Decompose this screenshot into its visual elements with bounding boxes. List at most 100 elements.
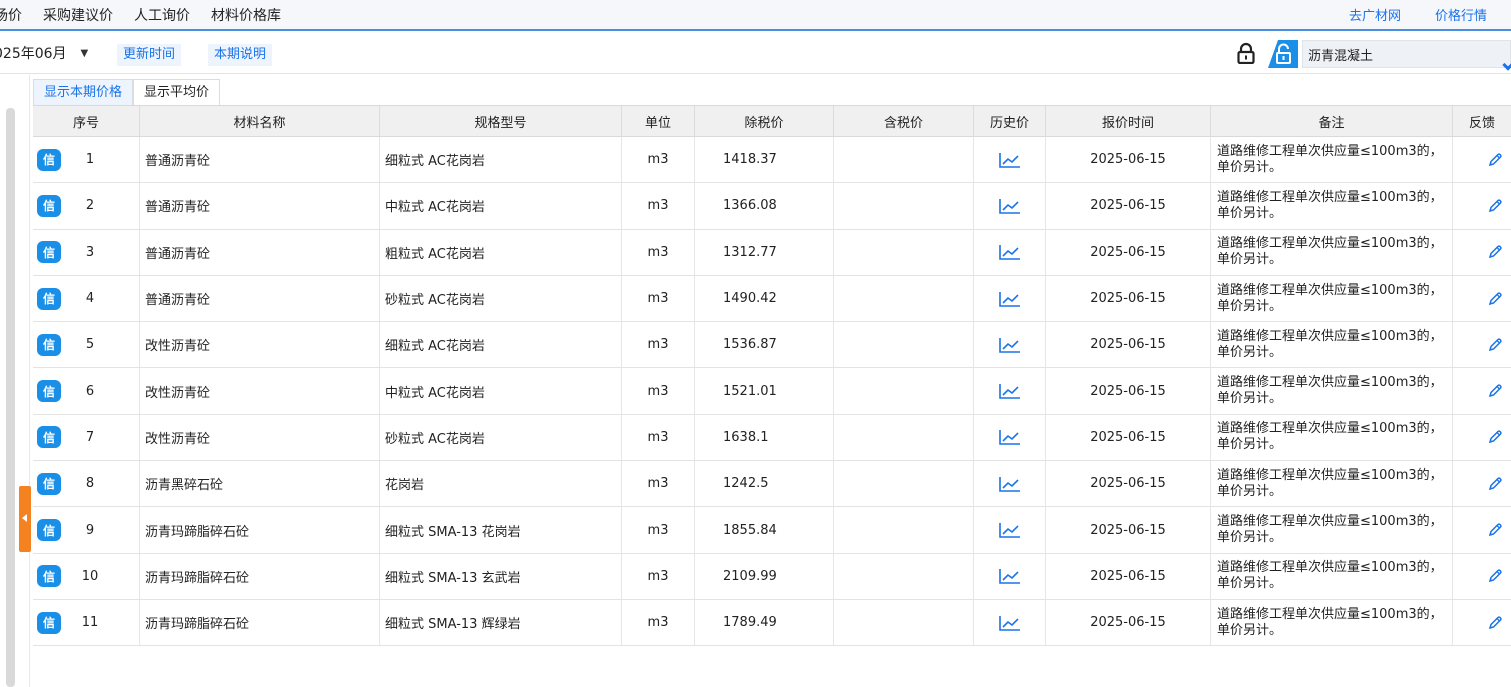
- seq-cell: 信 10: [33, 553, 140, 599]
- info-badge-icon[interactable]: 信: [37, 148, 61, 171]
- scrollbar[interactable]: [6, 108, 15, 687]
- trend-chart-icon[interactable]: [998, 383, 1021, 399]
- table-row[interactable]: 信 6 改性沥青砼 中粒式 AC花岗岩 m3 1521.01 2025-06-1…: [33, 368, 1511, 415]
- unit: m3: [622, 183, 695, 229]
- quote-date: 2025-06-15: [1046, 322, 1211, 368]
- spec-model: 砂粒式 AC花岗岩: [380, 275, 622, 322]
- seq-cell: 信 11: [33, 599, 140, 646]
- unit: m3: [622, 137, 695, 183]
- pencil-icon[interactable]: [1487, 244, 1503, 260]
- pencil-icon[interactable]: [1487, 291, 1503, 307]
- update-time-button[interactable]: 更新时间: [117, 44, 182, 66]
- info-badge-icon[interactable]: 信: [37, 380, 61, 403]
- pencil-icon[interactable]: [1487, 615, 1503, 631]
- pencil-icon[interactable]: [1487, 198, 1503, 214]
- pencil-icon[interactable]: [1487, 522, 1503, 538]
- in-tax-price: [834, 414, 974, 461]
- table-row[interactable]: 信 9 沥青玛蹄脂碎石砼 细粒式 SMA-13 花岗岩 m3 1855.84 2…: [33, 507, 1511, 554]
- tab-current-price[interactable]: 显示本期价格: [33, 79, 134, 105]
- info-badge-icon[interactable]: 信: [37, 333, 61, 356]
- quote-date: 2025-06-15: [1046, 183, 1211, 229]
- trend-chart-icon[interactable]: [998, 337, 1021, 353]
- pencil-icon[interactable]: [1487, 568, 1503, 584]
- note: 道路维修工程单次供应量≤100m3的，单价另计。: [1211, 368, 1453, 414]
- table-row[interactable]: 信 8 沥青黑碎石砼 花岗岩 m3 1242.5 2025-06-15 道路维修…: [33, 461, 1511, 508]
- top-nav: 场价 采购建议价 人工询价 材料价格库 去广材网 价格行情: [0, 0, 1511, 31]
- info-badge-icon[interactable]: 信: [37, 565, 61, 588]
- nav-item-market-price[interactable]: 场价: [0, 5, 22, 25]
- trend-chart-icon[interactable]: [998, 615, 1021, 631]
- quote-date: 2025-06-15: [1046, 137, 1211, 183]
- quote-date: 2025-06-15: [1046, 368, 1211, 414]
- price-table: 序号 材料名称 规格型号 单位 除税价 含税价 历史价 报价时间 备注 反馈 信…: [33, 105, 1511, 647]
- period-note-button[interactable]: 本期说明: [208, 44, 273, 66]
- pencil-icon[interactable]: [1487, 476, 1503, 492]
- pencil-icon[interactable]: [1487, 429, 1503, 445]
- quote-date: 2025-06-15: [1046, 275, 1211, 322]
- tab-average-price[interactable]: 显示平均价: [133, 79, 221, 105]
- pencil-icon[interactable]: [1487, 383, 1503, 399]
- table-row[interactable]: 信 5 改性沥青砼 细粒式 AC花岗岩 m3 1536.87 2025-06-1…: [33, 322, 1511, 369]
- table-row[interactable]: 信 10 沥青玛蹄脂碎石砼 细粒式 SMA-13 玄武岩 m3 2109.99 …: [33, 553, 1511, 600]
- seq-cell: 信 9: [33, 507, 140, 553]
- material-name: 普通沥青砼: [140, 137, 380, 183]
- pencil-icon[interactable]: [1487, 337, 1503, 353]
- info-badge-icon[interactable]: 信: [37, 241, 61, 264]
- in-tax-price: [834, 275, 974, 322]
- table-row[interactable]: 信 4 普通沥青砼 砂粒式 AC花岗岩 m3 1490.42 2025-06-1…: [33, 275, 1511, 323]
- collapse-handle[interactable]: [19, 486, 31, 552]
- seq-cell: 信 4: [33, 275, 140, 322]
- search-input[interactable]: [1303, 41, 1493, 67]
- trend-chart-icon[interactable]: [998, 522, 1021, 538]
- table-row[interactable]: 信 2 普通沥青砼 中粒式 AC花岗岩 m3 1366.08 2025-06-1…: [33, 183, 1511, 230]
- trend-chart-icon[interactable]: [998, 291, 1021, 307]
- spec-model: 细粒式 SMA-13 花岗岩: [380, 507, 622, 553]
- in-tax-price: [834, 553, 974, 599]
- info-badge-icon[interactable]: 信: [37, 519, 61, 542]
- note: 道路维修工程单次供应量≤100m3的，单价另计。: [1211, 137, 1453, 183]
- in-tax-price: [834, 322, 974, 368]
- lock-icon[interactable]: [1236, 42, 1256, 64]
- history-cell: [974, 322, 1046, 368]
- header-in-tax: 含税价: [834, 106, 974, 136]
- seq-cell: 信 6: [33, 368, 140, 414]
- trend-chart-icon[interactable]: [998, 198, 1021, 214]
- table-row[interactable]: 信 11 沥青玛蹄脂碎石砼 细粒式 SMA-13 辉绿岩 m3 1789.49 …: [33, 599, 1511, 647]
- table-header: 序号 材料名称 规格型号 单位 除税价 含税价 历史价 报价时间 备注 反馈: [33, 105, 1511, 137]
- nav-links: 去广材网 价格行情: [1315, 0, 1487, 29]
- info-badge-icon[interactable]: 信: [37, 426, 61, 449]
- quote-date: 2025-06-15: [1046, 599, 1211, 646]
- pencil-icon[interactable]: [1487, 152, 1503, 168]
- unlock-icon[interactable]: [1262, 40, 1298, 68]
- in-tax-price: [834, 229, 974, 275]
- nav-item-purchase-suggest[interactable]: 采购建议价: [43, 5, 113, 25]
- price-trend-link[interactable]: 价格行情: [1435, 5, 1487, 24]
- nav-item-material-library[interactable]: 材料价格库: [211, 5, 281, 25]
- history-cell: [974, 229, 1046, 275]
- go-gcw-link[interactable]: 去广材网: [1349, 5, 1401, 24]
- trend-chart-icon[interactable]: [998, 568, 1021, 585]
- spec-model: 细粒式 AC花岗岩: [380, 137, 622, 183]
- header-name: 材料名称: [140, 106, 380, 136]
- table-row[interactable]: 信 7 改性沥青砼 砂粒式 AC花岗岩 m3 1638.1 2025-06-15…: [33, 414, 1511, 462]
- header-feedback: 反馈: [1468, 115, 1495, 131]
- note: 道路维修工程单次供应量≤100m3的，单价另计。: [1211, 461, 1453, 507]
- table-row[interactable]: 信 3 普通沥青砼 粗粒式 AC花岗岩 m3 1312.77 2025-06-1…: [33, 229, 1511, 276]
- info-badge-icon[interactable]: 信: [37, 472, 61, 495]
- table-row[interactable]: 信 1 普通沥青砼 细粒式 AC花岗岩 m3 1418.37 2025-06-1…: [33, 137, 1511, 184]
- trend-chart-icon[interactable]: [998, 244, 1021, 261]
- material-name: 沥青玛蹄脂碎石砼: [140, 507, 380, 553]
- info-badge-icon[interactable]: 信: [37, 611, 61, 634]
- ex-tax-price: 1521.01: [695, 368, 834, 414]
- header-spec: 规格型号: [380, 106, 622, 136]
- nav-item-manual-inquiry[interactable]: 人工询价: [134, 5, 190, 25]
- note: 道路维修工程单次供应量≤100m3的，单价另计。: [1211, 553, 1453, 599]
- seq-cell: 信 1: [33, 137, 140, 183]
- trend-chart-icon[interactable]: [998, 152, 1021, 168]
- info-badge-icon[interactable]: 信: [37, 194, 61, 217]
- info-badge-icon[interactable]: 信: [37, 287, 61, 310]
- trend-chart-icon[interactable]: [998, 429, 1021, 446]
- history-cell: [974, 599, 1046, 646]
- trend-chart-icon[interactable]: [998, 476, 1021, 492]
- period-select[interactable]: 025年06月 ▼: [0, 43, 88, 63]
